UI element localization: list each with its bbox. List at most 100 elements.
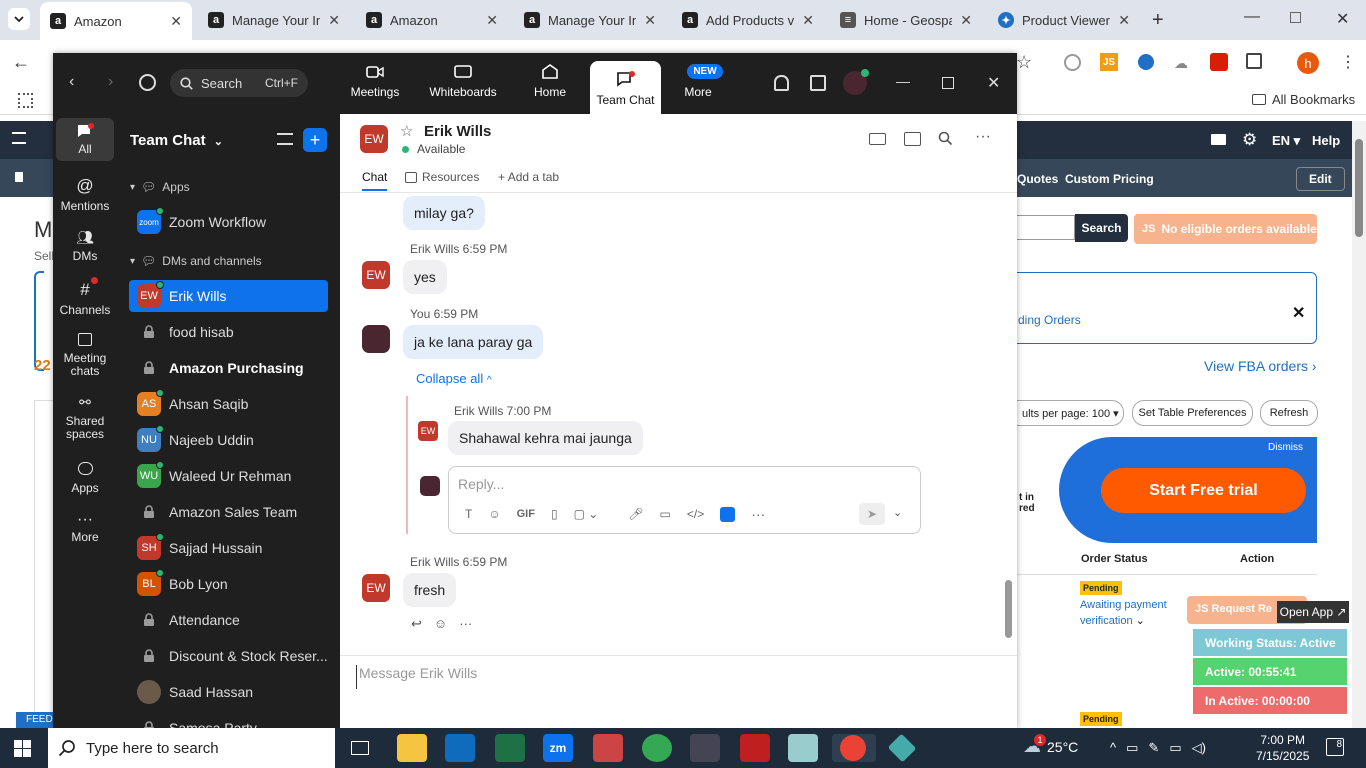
profile-avatar[interactable]: h [1297,52,1319,74]
edit-button[interactable]: Edit [1296,167,1345,191]
more-actions-icon[interactable]: ··· [459,616,472,632]
chat-scrollbar[interactable] [1005,580,1012,638]
network-icon[interactable]: ▭ [1126,740,1138,756]
sidebar-item-contact[interactable]: Saad Hassan [129,676,328,708]
rail-channels[interactable]: # Channels [56,277,114,317]
nav-team-chat[interactable]: Team Chat [590,61,661,114]
nav-meetings[interactable]: Meetings [340,53,410,106]
rail-apps[interactable]: Apps [56,462,114,495]
close-icon[interactable]: ✕ [1292,303,1305,323]
zoom-app-icon[interactable] [720,506,736,522]
chrome-active-icon[interactable] [832,734,876,762]
rail-all[interactable]: All [56,118,114,161]
windows-start-icon[interactable] [14,740,31,757]
set-table-preferences-button[interactable]: Set Table Preferences [1132,400,1253,426]
page-scrollbar[interactable] [1352,121,1366,728]
collapse-all-link[interactable]: Collapse all ^ [416,371,492,386]
gif-button[interactable]: GIF [517,508,535,520]
outlook-icon[interactable] [445,734,475,762]
volume-icon[interactable]: ◁) [1192,740,1206,756]
notification-center-icon[interactable]: 8 [1326,738,1344,756]
filezilla-icon[interactable] [740,734,770,762]
quotes-link[interactable]: Quotes [1017,172,1058,186]
dismiss-link[interactable]: Dismiss [1268,442,1303,453]
send-options-chevron-icon[interactable]: ⌄ [893,506,902,519]
mail-icon[interactable] [1211,134,1226,145]
sidebar-item-contact[interactable]: Amazon Sales Team [129,496,328,528]
tab-search-button[interactable] [8,8,30,30]
all-bookmarks[interactable]: All Bookmarks [1252,92,1355,107]
back-arrow-icon[interactable]: ← [12,52,30,73]
section-dms-channels[interactable]: ▾ 💬︎ DMs and channels [130,254,262,268]
minimize-window-icon[interactable]: — [1244,8,1260,26]
send-button[interactable]: ➤ [859,503,885,525]
snipping-tool-icon[interactable] [593,734,623,762]
screenshot-icon[interactable]: ▢ ⌄ [574,507,599,521]
back-chevron-icon[interactable]: ‹ [69,73,74,91]
search-chat-icon[interactable] [938,131,953,146]
chrome-icon[interactable] [642,734,672,762]
sidebar-item-contact[interactable]: Discount & Stock Reser... [129,640,328,672]
close-tab-icon[interactable]: ✕ [1118,12,1130,29]
rail-meeting-chats[interactable]: Meeting chats [56,333,114,378]
gear-icon[interactable]: ⚙ [1242,130,1257,150]
sidebar-item-zoom-workflow[interactable]: zoom Zoom Workflow [129,206,328,238]
search-input-remnant[interactable] [1017,215,1075,240]
zoom-search-box[interactable]: Search Ctrl+F [170,69,308,97]
reply-thread-icon[interactable]: ↩ [411,616,422,632]
tab-resources[interactable]: Resources [405,170,479,184]
nav-whiteboards[interactable]: Whiteboards [423,53,503,106]
open-app-link[interactable]: Open App ↗ [1277,601,1349,623]
sidebar-item-contact[interactable]: Attendance [129,604,328,636]
message-bubble[interactable]: fresh [403,573,457,607]
filter-icon[interactable] [277,133,293,145]
zoom-close-icon[interactable]: ✕ [987,73,1000,93]
results-per-page-select[interactable]: ults per page: 100 ▾ [1005,400,1124,426]
sidebar-title[interactable]: Team Chat ⌄ [130,132,223,149]
browser-tab-product-viewer[interactable]: ✦ Product Viewer ✕ [988,0,1140,40]
file-icon[interactable]: ▯ [551,507,558,521]
share-screen-icon[interactable] [904,132,921,146]
favorite-star-icon[interactable]: ☆ [400,122,413,140]
my-avatar[interactable] [362,325,390,353]
close-window-icon[interactable]: ✕ [1336,9,1349,29]
js-extension-icon[interactable]: JS [1100,53,1118,71]
zoom-taskbar-icon[interactable]: zm [543,734,573,762]
contact-name[interactable]: Erik Wills [424,123,491,140]
add-tab-button[interactable]: + Add a tab [498,170,559,184]
browser-tab-amazon-2[interactable]: a Amazon ✕ [356,0,508,40]
status-text[interactable]: Awaiting payment verification ⌄ [1080,597,1170,629]
message-bubble[interactable]: ja ke lana paray ga [403,325,544,359]
text-format-icon[interactable]: T [465,507,472,521]
sidebar-item-contact[interactable]: WU Waleed Ur Rehman [129,460,328,492]
browser-menu-icon[interactable]: ⋮ [1340,52,1356,72]
thread-message-bubble[interactable]: Shahawal kehra mai jaunga [448,421,643,455]
message-bubble[interactable]: milay ga? [403,196,485,230]
hamburger-menu-icon[interactable] [12,132,26,144]
extensions-puzzle-icon[interactable] [1246,53,1262,69]
close-tab-icon[interactable]: ✕ [644,12,656,29]
nav-more[interactable]: NEW More [671,53,725,106]
thread-avatar[interactable]: EW [418,421,438,441]
file-explorer-icon[interactable] [397,734,427,762]
add-reaction-icon[interactable]: ☺ [434,616,447,632]
calculator-icon[interactable] [690,734,720,762]
sidebar-item-contact[interactable]: food hisab [129,316,328,348]
video-message-icon[interactable]: ▭ [660,507,671,521]
reply-input[interactable]: Reply... [458,476,504,492]
no-eligible-orders-button[interactable]: JS No eligible orders available [1134,214,1317,244]
close-tab-icon[interactable]: ✕ [802,12,814,29]
sidebar-item-contact[interactable]: NU Najeeb Uddin [129,424,328,456]
weather-widget[interactable]: ☁ 1 25°C [1023,734,1078,757]
view-fba-orders-link[interactable]: View FBA orders › [1204,358,1317,374]
sender-avatar[interactable]: EW [362,261,390,289]
browser-tab-manage-2[interactable]: a Manage Your In ✕ [514,0,666,40]
task-view-icon[interactable] [351,741,369,755]
close-tab-icon[interactable]: ✕ [960,12,972,29]
sidebar-item-contact[interactable]: AS Ahsan Saqib [129,388,328,420]
emoji-icon[interactable]: ☺ [488,507,500,521]
bookmark-icon[interactable] [15,172,23,182]
close-tab-icon[interactable]: ✕ [486,12,498,29]
rail-mentions[interactable]: @ Mentions [56,176,114,213]
contact-avatar[interactable]: EW [360,125,388,153]
